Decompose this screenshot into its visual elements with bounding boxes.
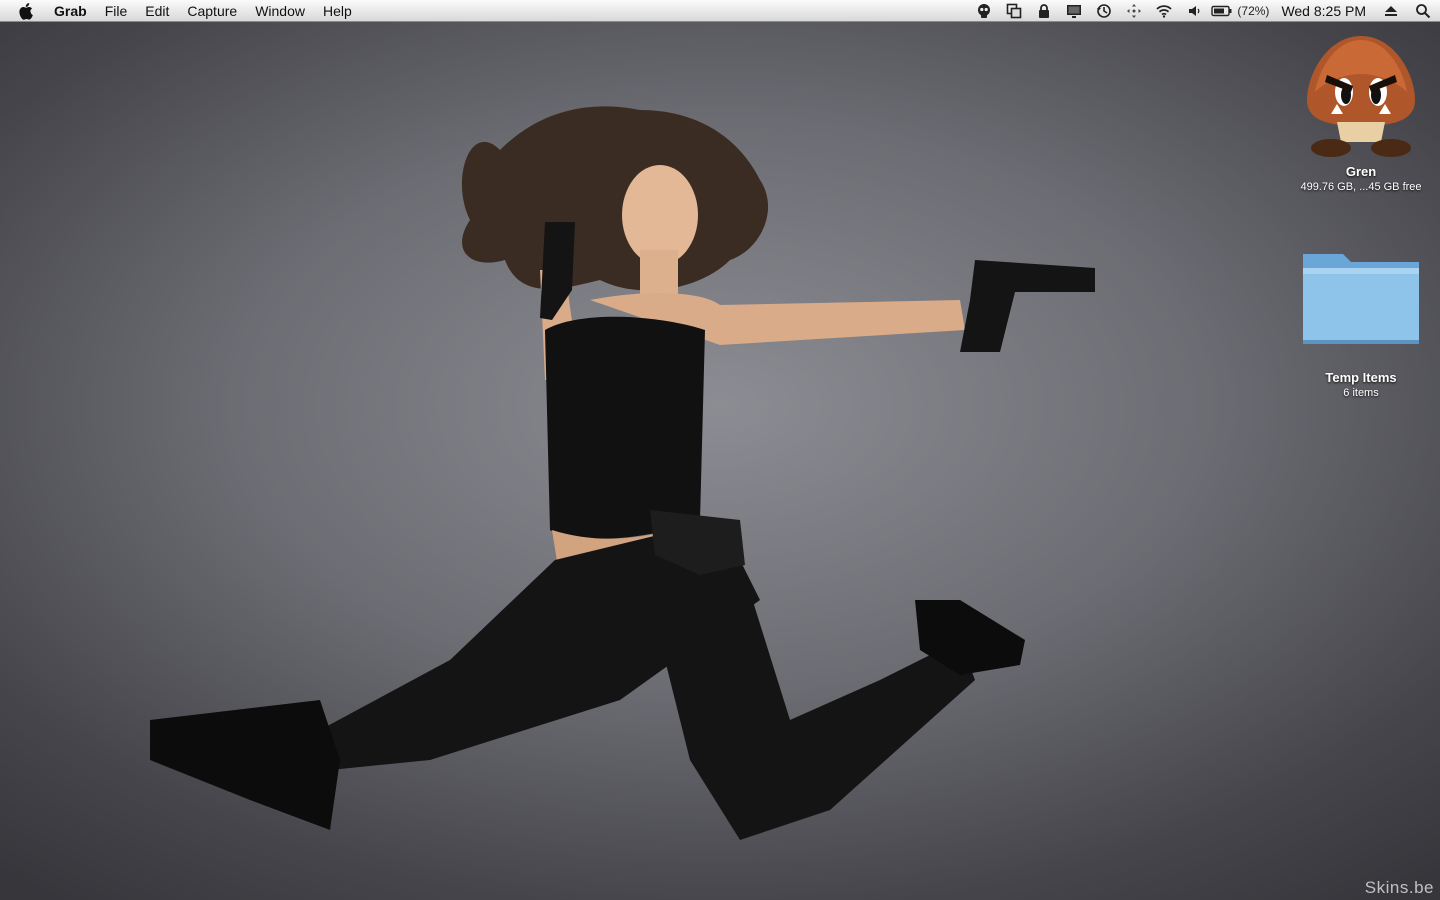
desktop-icon-label: Temp Items <box>1325 370 1397 385</box>
apple-icon <box>19 3 33 20</box>
volume-icon[interactable] <box>1179 0 1209 22</box>
menu-bar-left: Grab File Edit Capture Window Help <box>0 0 361 22</box>
wallpaper-image <box>150 106 1095 840</box>
menu-file[interactable]: File <box>96 0 137 22</box>
battery-icon[interactable] <box>1209 0 1235 22</box>
window-switch-icon[interactable] <box>999 0 1029 22</box>
menu-app-name[interactable]: Grab <box>54 0 96 22</box>
wifi-icon[interactable] <box>1149 0 1179 22</box>
desktop-icon-gren[interactable]: Gren 499.76 GB, ...45 GB free <box>1291 30 1431 193</box>
time-machine-icon[interactable] <box>1089 0 1119 22</box>
menu-help[interactable]: Help <box>314 0 361 22</box>
battery-percent[interactable]: (72%) <box>1235 4 1275 18</box>
desktop-icon-label: Gren <box>1345 164 1377 179</box>
lock-icon[interactable] <box>1029 0 1059 22</box>
folder-icon <box>1303 254 1419 344</box>
menu-edit[interactable]: Edit <box>136 0 178 22</box>
menu-window[interactable]: Window <box>246 0 314 22</box>
menu-bar: Grab File Edit Capture Window Help (72%)… <box>0 0 1440 22</box>
wallpaper-watermark: Skins.be <box>1364 878 1434 897</box>
apple-menu[interactable] <box>0 0 54 22</box>
menu-capture[interactable]: Capture <box>178 0 246 22</box>
menu-clock[interactable]: Wed 8:25 PM <box>1275 3 1376 19</box>
move-icon[interactable] <box>1119 0 1149 22</box>
eject-icon[interactable] <box>1376 0 1406 22</box>
display-icon[interactable] <box>1059 0 1089 22</box>
menu-bar-extras: (72%) Wed 8:25 PM <box>969 0 1440 22</box>
search-icon[interactable] <box>1406 0 1440 22</box>
desktop-icon-temp-items[interactable]: Temp Items 6 items <box>1291 236 1431 399</box>
desktop-icon-info: 6 items <box>1343 387 1379 399</box>
skull-icon[interactable] <box>969 0 999 22</box>
desktop-icon-info: 499.76 GB, ...45 GB free <box>1300 181 1422 193</box>
goomba-drive-icon <box>1307 36 1415 157</box>
